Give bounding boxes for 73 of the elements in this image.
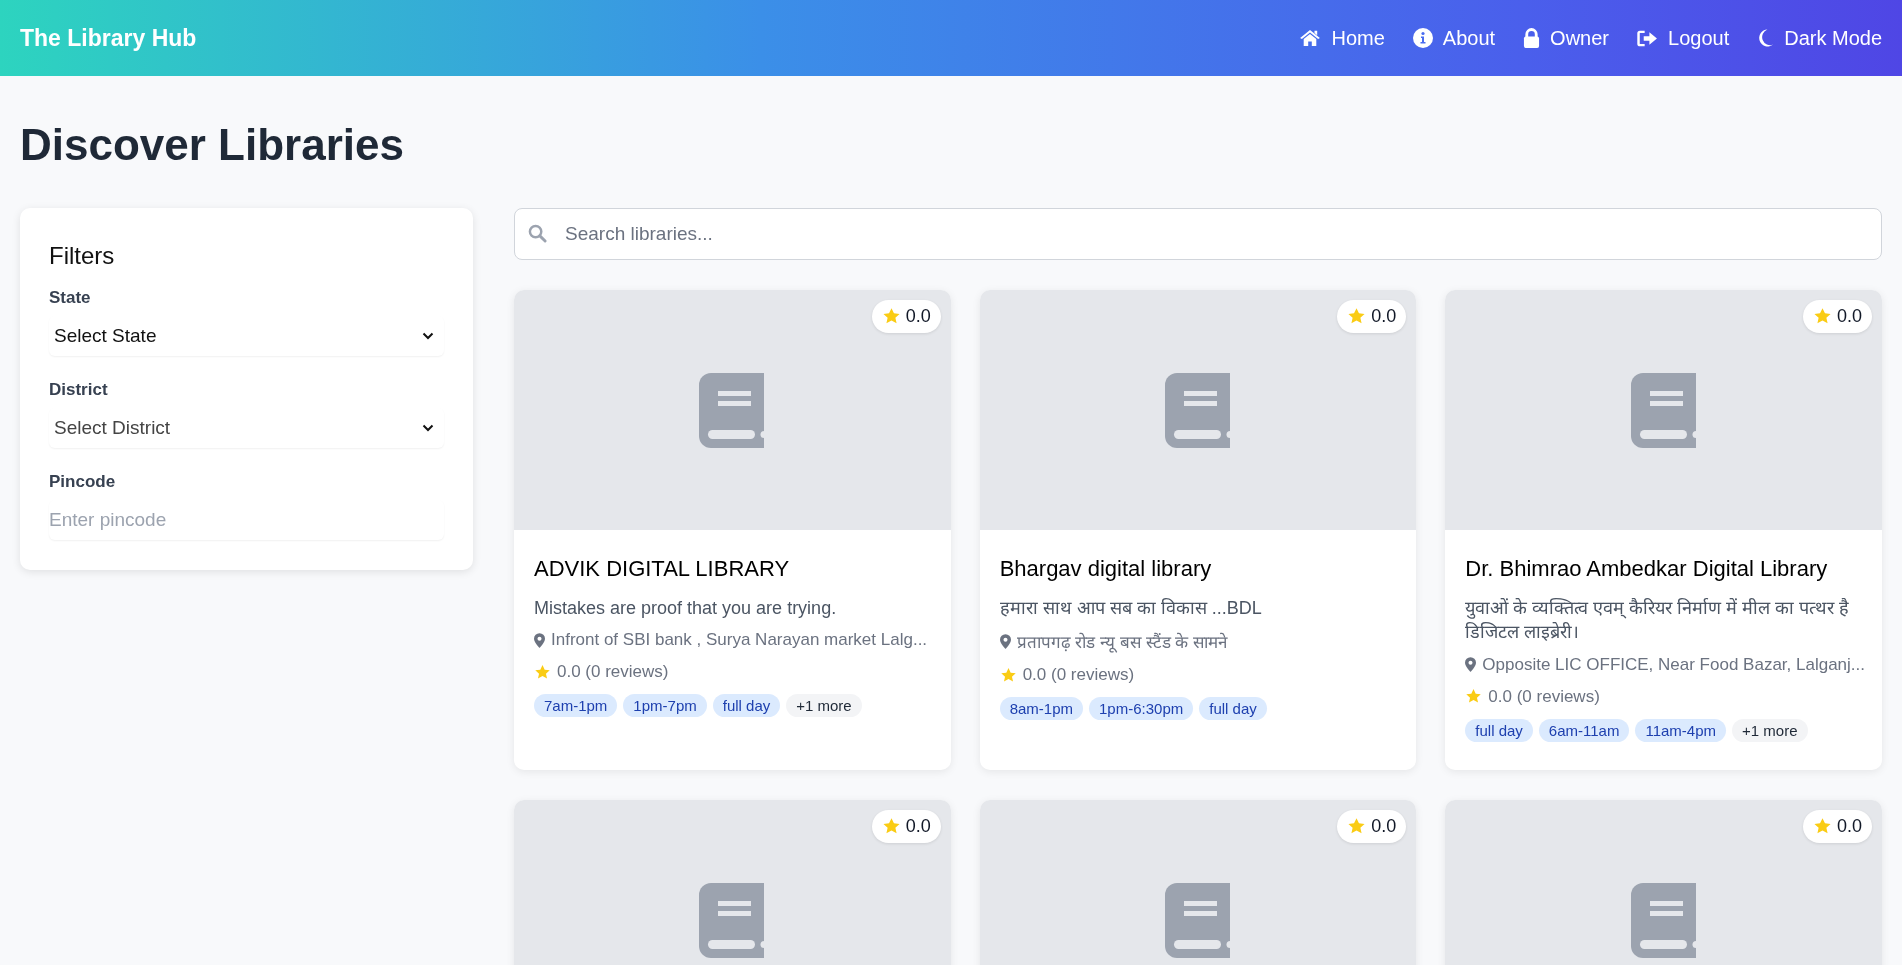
more-tag: +1 more — [786, 694, 862, 718]
book-icon — [1165, 372, 1231, 448]
field-label: State — [49, 288, 92, 308]
rating-badge: 0.0 — [1802, 300, 1872, 333]
star-icon — [1812, 817, 1832, 836]
input-field[interactable]: Enter pincode — [49, 500, 444, 540]
star-icon — [881, 817, 901, 836]
map-pin-icon — [1465, 657, 1477, 673]
library-address: Infront of SBI bank , Surya Narayan market Lalg... — [551, 630, 928, 651]
rating-badge: 0.0 — [1802, 810, 1872, 843]
moon-icon — [1757, 28, 1775, 48]
time-slot-tag: 7am-1pm — [534, 694, 618, 718]
rating-text: 0.0 (0 reviews) — [557, 662, 669, 683]
logout-icon — [1637, 29, 1658, 47]
library-name: ADVIK DIGITAL LIBRARY — [534, 556, 791, 582]
library-tagline: युवाओं के व्यक्तित्व एवम् कैरियर निर्माण में मील का पत्थर है डिजिटल लाइब्रेरी। — [1465, 597, 1851, 645]
library-card[interactable]: 0.0 — [514, 800, 951, 965]
more-tag: +1 more — [1732, 718, 1808, 742]
home-icon — [1299, 29, 1322, 47]
rating-text: 0.0 (0 reviews) — [1488, 686, 1600, 707]
lock-icon — [1523, 27, 1541, 49]
select-field[interactable]: Select State — [49, 316, 444, 356]
library-card[interactable]: 0.0 ADVIK DIGITAL LIBRARY Mistakes are proof that you are trying. Infront of SBI bank , Surya Narayan market Lalg... 0.0 (0 reviews) 7am-1pm 1pm-7pm full day +1 more — [514, 290, 951, 770]
map-pin-icon — [999, 634, 1011, 650]
nav-link[interactable]: Dark Mode — [1757, 26, 1882, 50]
library-card[interactable]: 0.0 — [1445, 800, 1882, 965]
book-icon — [1630, 882, 1697, 958]
star-icon — [1347, 307, 1367, 326]
library-card[interactable] — [1445, 290, 1882, 770]
star-icon — [1812, 307, 1832, 326]
chevron-down-icon — [422, 424, 434, 432]
nav-link[interactable]: Owner — [1523, 26, 1609, 50]
library-name: Bhargav digital library — [999, 556, 1213, 582]
star-icon — [881, 307, 901, 326]
star-icon — [999, 666, 1017, 684]
library-address: प्रतापगढ़ रोड न्यू बस स्टैंड के सामने — [1016, 631, 1227, 654]
nav-link[interactable]: About — [1412, 26, 1496, 50]
rating-badge: 0.0 — [871, 810, 941, 843]
library-name: Dr. Bhimrao Ambedkar Digital Library — [1465, 556, 1829, 582]
book-icon — [699, 372, 766, 448]
nav-link[interactable]: Logout — [1637, 26, 1730, 50]
library-card[interactable]: 0.0 — [979, 800, 1417, 965]
library-card[interactable]: 0.0 Bhargav digital library हमारा साथ आप सब का विकास ...BDL प्रतापगढ़ रोड न्यू बस स्टैंड के सामने 0.0 (0 reviews) 8am-1pm 1pm-6:30pm full day — [979, 290, 1417, 770]
field-label: Pincode — [49, 472, 117, 492]
page-title: Discover Libraries — [20, 120, 405, 170]
rating-badge: 0.0 — [1337, 810, 1407, 843]
time-slot-tag: full day — [1199, 697, 1267, 721]
time-slot-tag: full day — [1465, 718, 1533, 742]
map-pin-icon — [534, 632, 545, 648]
nav-link[interactable]: Home — [1299, 26, 1385, 50]
book-icon — [1630, 372, 1697, 448]
library-tagline: Mistakes are proof that you are trying. — [534, 597, 838, 620]
star-icon — [534, 663, 551, 681]
select-field[interactable]: Select District — [49, 408, 444, 448]
info-icon — [1412, 28, 1433, 48]
time-slot-tag: 8am-1pm — [999, 697, 1083, 721]
rating-badge: 0.0 — [871, 300, 941, 333]
field-label: District — [49, 380, 109, 400]
library-tagline: हमारा साथ आप सब का विकास ...BDL — [999, 597, 1263, 620]
rating-text: 0.0 (0 reviews) — [1022, 665, 1135, 686]
search-field[interactable]: Search libraries... — [514, 208, 1882, 260]
chevron-down-icon — [422, 332, 434, 340]
time-slot-tag: 11am-4pm — [1635, 718, 1727, 742]
star-icon — [1347, 817, 1367, 836]
time-slot-tag: full day — [712, 694, 781, 718]
filters-title: Filters — [49, 242, 116, 270]
rating-badge: 0.0 — [1337, 300, 1407, 333]
book-icon — [699, 882, 766, 958]
book-icon — [1165, 882, 1231, 958]
time-slot-tag: 1pm-6:30pm — [1089, 697, 1194, 721]
library-address: Opposite LIC OFFICE, Near Food Bazar, Lalganj... — [1482, 654, 1865, 675]
time-slot-tag: 6am-11am — [1538, 718, 1630, 742]
time-slot-tag: 1pm-7pm — [623, 694, 707, 718]
